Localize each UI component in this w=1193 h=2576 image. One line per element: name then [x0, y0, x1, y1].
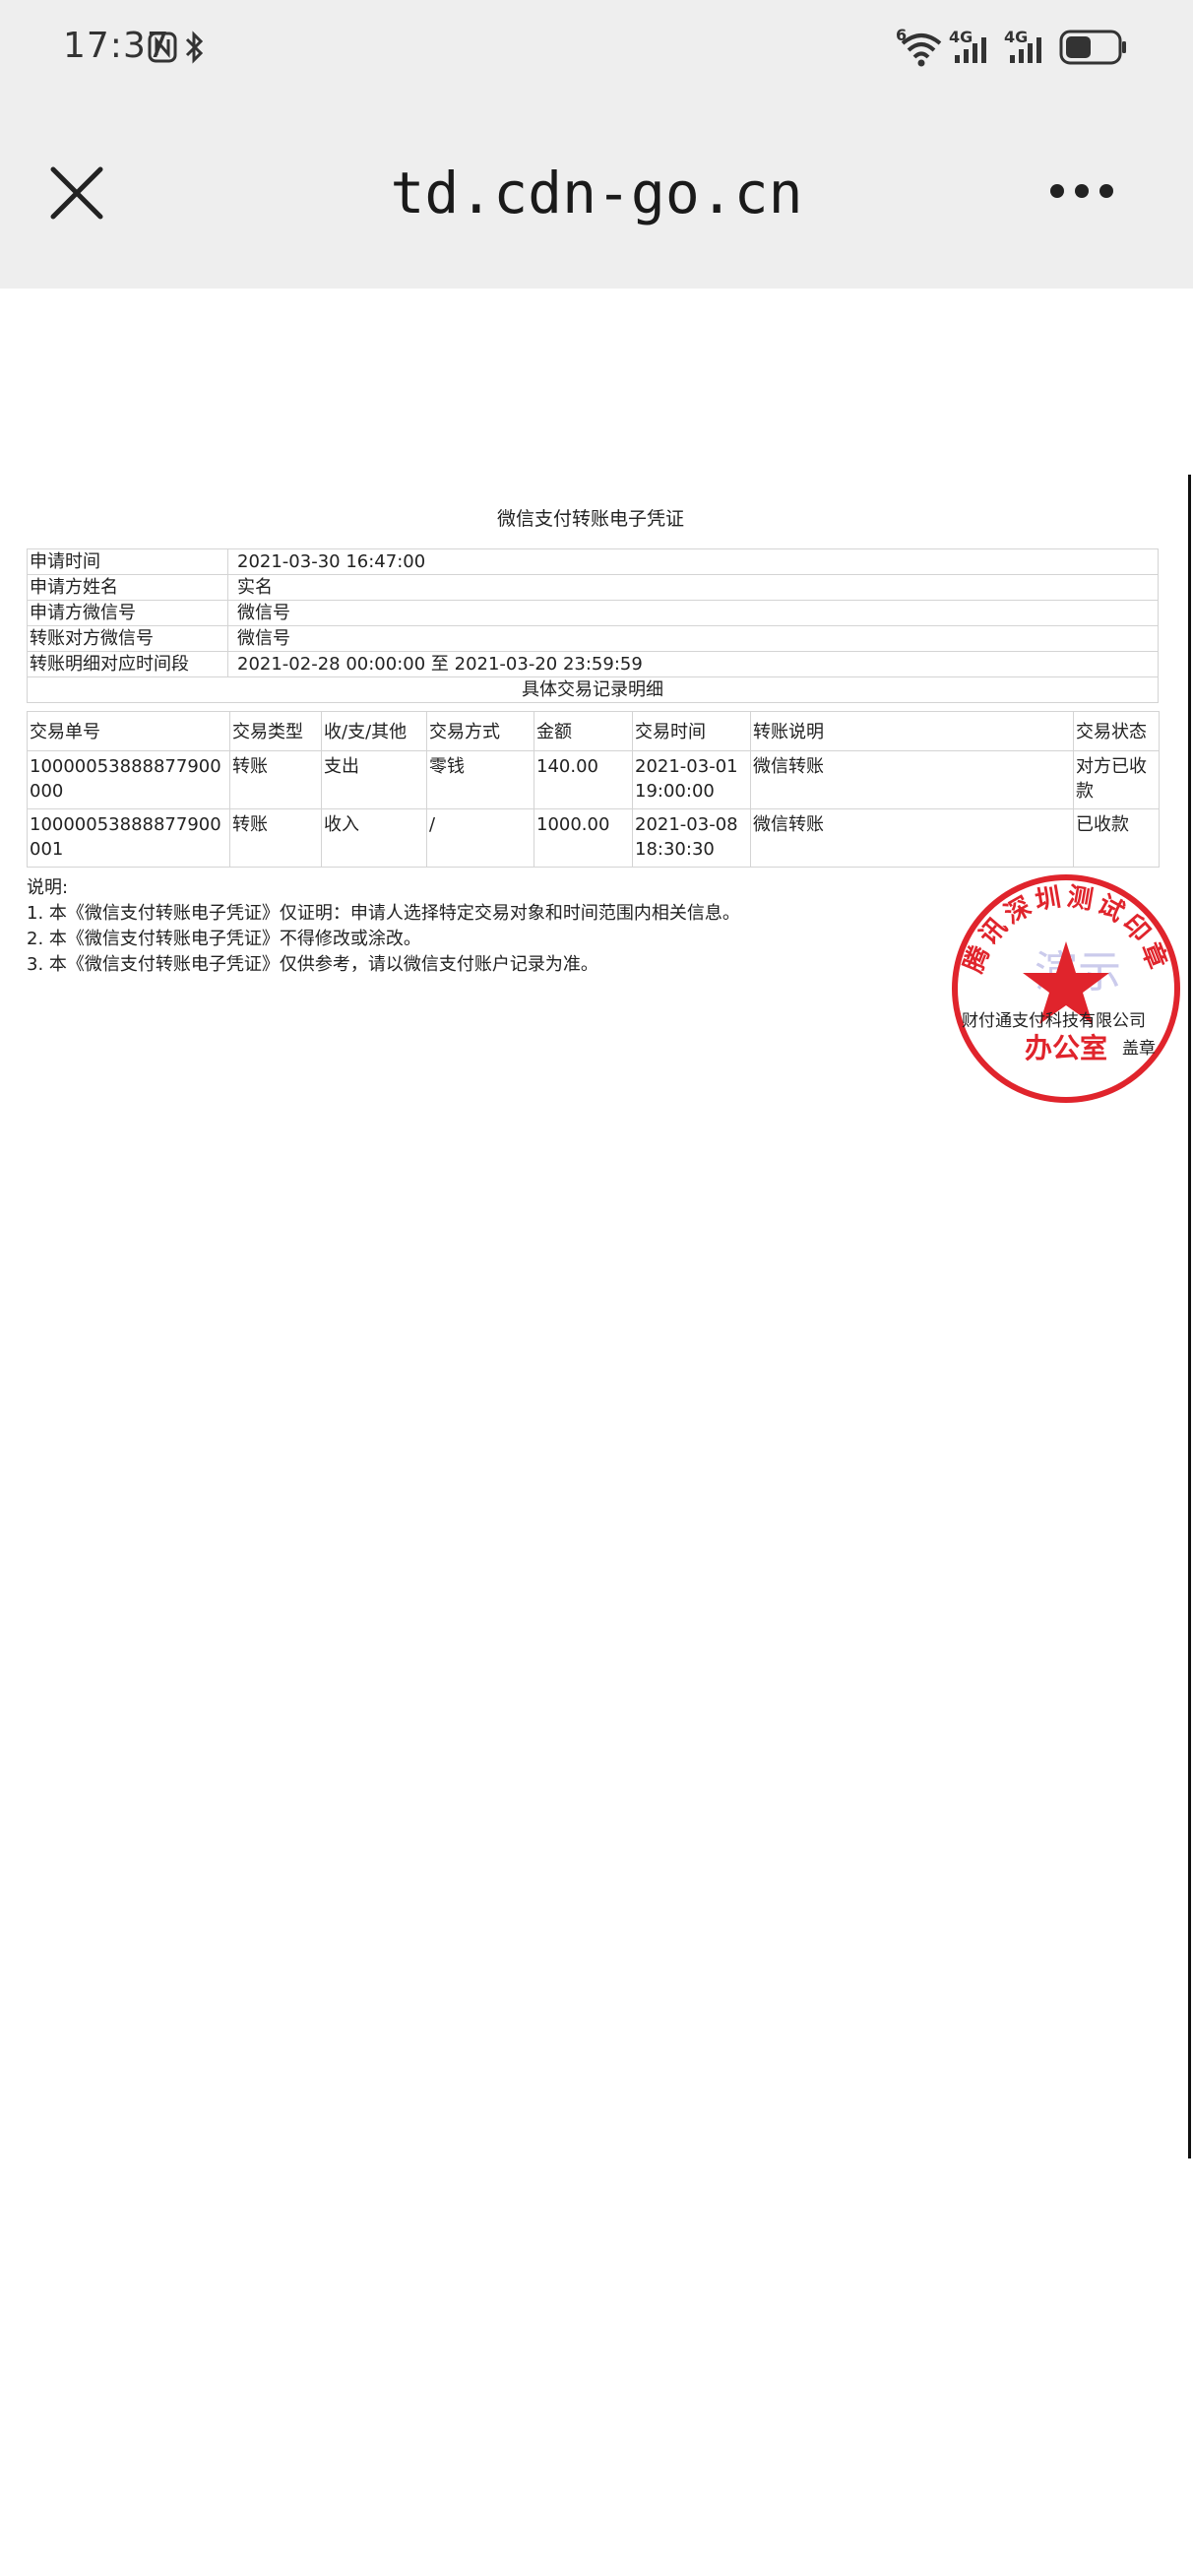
- table-cell: /: [426, 808, 534, 868]
- table-cell: 已收款: [1073, 808, 1160, 868]
- table-cell: 对方已收款: [1073, 750, 1160, 809]
- info-label: 申请方姓名: [27, 574, 228, 601]
- section-title-row: 具体交易记录明细: [27, 676, 1159, 703]
- info-value: 微信号: [227, 600, 1159, 626]
- document-title: 微信支付转账电子凭证: [496, 508, 684, 530]
- table-cell: 10000053888877900000: [27, 750, 230, 809]
- info-label: 转账对方微信号: [27, 625, 228, 652]
- table-cell: 1000.00: [534, 808, 633, 868]
- table-row: 10000053888877900000 转账 支出 零钱 140.00 202…: [27, 750, 1160, 809]
- column-header: 交易方式: [426, 711, 534, 751]
- info-value: 2021-03-30 16:47:00: [227, 548, 1159, 575]
- info-value: 2021-02-28 00:00:00 至 2021-03-20 23:59:5…: [227, 651, 1159, 677]
- svg-text:办公室: 办公室: [1025, 1032, 1107, 1064]
- table-cell: 支出: [321, 750, 427, 809]
- table-cell: 收入: [321, 808, 427, 868]
- info-value: 实名: [227, 574, 1159, 601]
- info-row: 转账明细对应时间段 2021-02-28 00:00:00 至 2021-03-…: [27, 651, 1159, 677]
- info-row: 申请方姓名 实名: [27, 574, 1159, 601]
- notes-title: 说明:: [27, 877, 69, 898]
- column-header: 转账说明: [750, 711, 1074, 751]
- battery-icon: [1059, 30, 1126, 65]
- table-cell: 10000053888877900001: [27, 808, 230, 868]
- signal-4g-icon: [955, 37, 986, 63]
- info-label: 申请方微信号: [27, 600, 228, 626]
- table-cell: 2021-03-01 19:00:00: [632, 750, 751, 809]
- note-line: 3. 本《微信支付转账电子凭证》仅供参考，请以微信支付账户记录为准。: [27, 954, 598, 975]
- seal-company-text: 财付通支付科技有限公司: [962, 1011, 1146, 1031]
- info-label: 申请时间: [27, 548, 228, 575]
- table-cell: 转账: [229, 808, 322, 868]
- seal-stamp-label: 盖章: [1122, 1039, 1156, 1059]
- section-title: 具体交易记录明细: [27, 676, 1159, 703]
- column-header: 交易类型: [229, 711, 322, 751]
- browser-title-bar: td.cdn-go.cn: [0, 98, 1193, 289]
- close-icon[interactable]: [45, 161, 108, 225]
- column-header: 交易单号: [27, 711, 230, 751]
- more-icon[interactable]: [1047, 179, 1116, 203]
- scrollbar[interactable]: [1188, 475, 1191, 2158]
- table-cell: 微信转账: [750, 750, 1074, 809]
- wifi-badge: 6: [896, 26, 908, 44]
- bluetooth-icon: [185, 31, 204, 64]
- table-cell: 零钱: [426, 750, 534, 809]
- status-bar: 17:37 6 4G 4G: [0, 0, 1193, 98]
- signal-4g-icon: [1010, 37, 1041, 63]
- page-url-title: td.cdn-go.cn: [390, 160, 803, 226]
- column-header: 收/支/其他: [321, 711, 427, 751]
- table-header-row: 交易单号 交易类型 收/支/其他 交易方式 金额 交易时间 转账说明 交易状态: [27, 711, 1160, 751]
- table-row: 10000053888877900001 转账 收入 / 1000.00 202…: [27, 808, 1160, 868]
- nfc-icon: [148, 32, 177, 63]
- info-row: 申请时间 2021-03-30 16:47:00: [27, 548, 1159, 575]
- table-cell: 140.00: [534, 750, 633, 809]
- note-line: 1. 本《微信支付转账电子凭证》仅证明：申请人选择特定交易对象和时间范围内相关信…: [27, 903, 740, 924]
- column-header: 金额: [534, 711, 633, 751]
- table-cell: 转账: [229, 750, 322, 809]
- info-label: 转账明细对应时间段: [27, 651, 228, 677]
- table-cell: 微信转账: [750, 808, 1074, 868]
- note-line: 2. 本《微信支付转账电子凭证》不得修改或涂改。: [27, 929, 421, 949]
- column-header: 交易时间: [632, 711, 751, 751]
- transaction-table: 交易单号 交易类型 收/支/其他 交易方式 金额 交易时间 转账说明 交易状态 …: [27, 711, 1160, 868]
- column-header: 交易状态: [1073, 711, 1160, 751]
- official-seal: 腾讯深圳测试印章 演示 办公室: [952, 874, 1180, 1103]
- table-cell: 2021-03-08 18:30:30: [632, 808, 751, 868]
- info-table: 申请时间 2021-03-30 16:47:00 申请方姓名 实名 申请方微信号…: [27, 548, 1159, 703]
- notes: 说明: 1. 本《微信支付转账电子凭证》仅证明：申请人选择特定交易对象和时间范围…: [27, 875, 912, 978]
- info-value: 微信号: [227, 625, 1159, 652]
- info-row: 转账对方微信号 微信号: [27, 625, 1159, 652]
- info-row: 申请方微信号 微信号: [27, 600, 1159, 626]
